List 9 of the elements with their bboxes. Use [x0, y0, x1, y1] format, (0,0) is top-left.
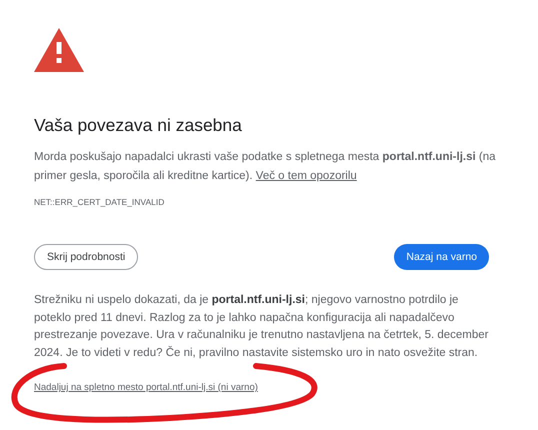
- warning-icon: [34, 28, 84, 72]
- learn-more-link[interactable]: Več o tem opozorilu: [256, 170, 357, 182]
- details-text: Strežniku ni uspelo dokazati, da je portal.ntf.uni-lj.si; njegovo varnostno potrdilo je poteklo pred 11 dnevi. Razlog za to je lahko napačna konfiguracija ali napadalčevo prestrezanje povezave. Ura v računalniku je trenutno nastavljena na četrtek, 5. december 2024. Je to videti v redu? Če ni, pravilno nastavite sistemsko uro in nato osvežite stran.: [34, 293, 490, 360]
- proceed-link[interactable]: Nadaljuj na spletno mesto portal.ntf.uni-lj.si (ni varno): [34, 382, 258, 393]
- hide-details-button[interactable]: Skrij podrobnosti: [34, 244, 138, 270]
- page-title: Vaša povezava ni zasebna: [34, 114, 243, 137]
- back-to-safety-button[interactable]: Nazaj na varno: [394, 244, 489, 270]
- warning-message: Morda poskušajo napadalci ukrasti vaše podatke s spletnega mesta portal.ntf.uni-lj.si (na primer gesla, sporočila ali kreditne kartice). Več o tem opozorilu: [34, 150, 496, 184]
- error-code: NET::ERR_CERT_DATE_INVALID: [34, 196, 166, 208]
